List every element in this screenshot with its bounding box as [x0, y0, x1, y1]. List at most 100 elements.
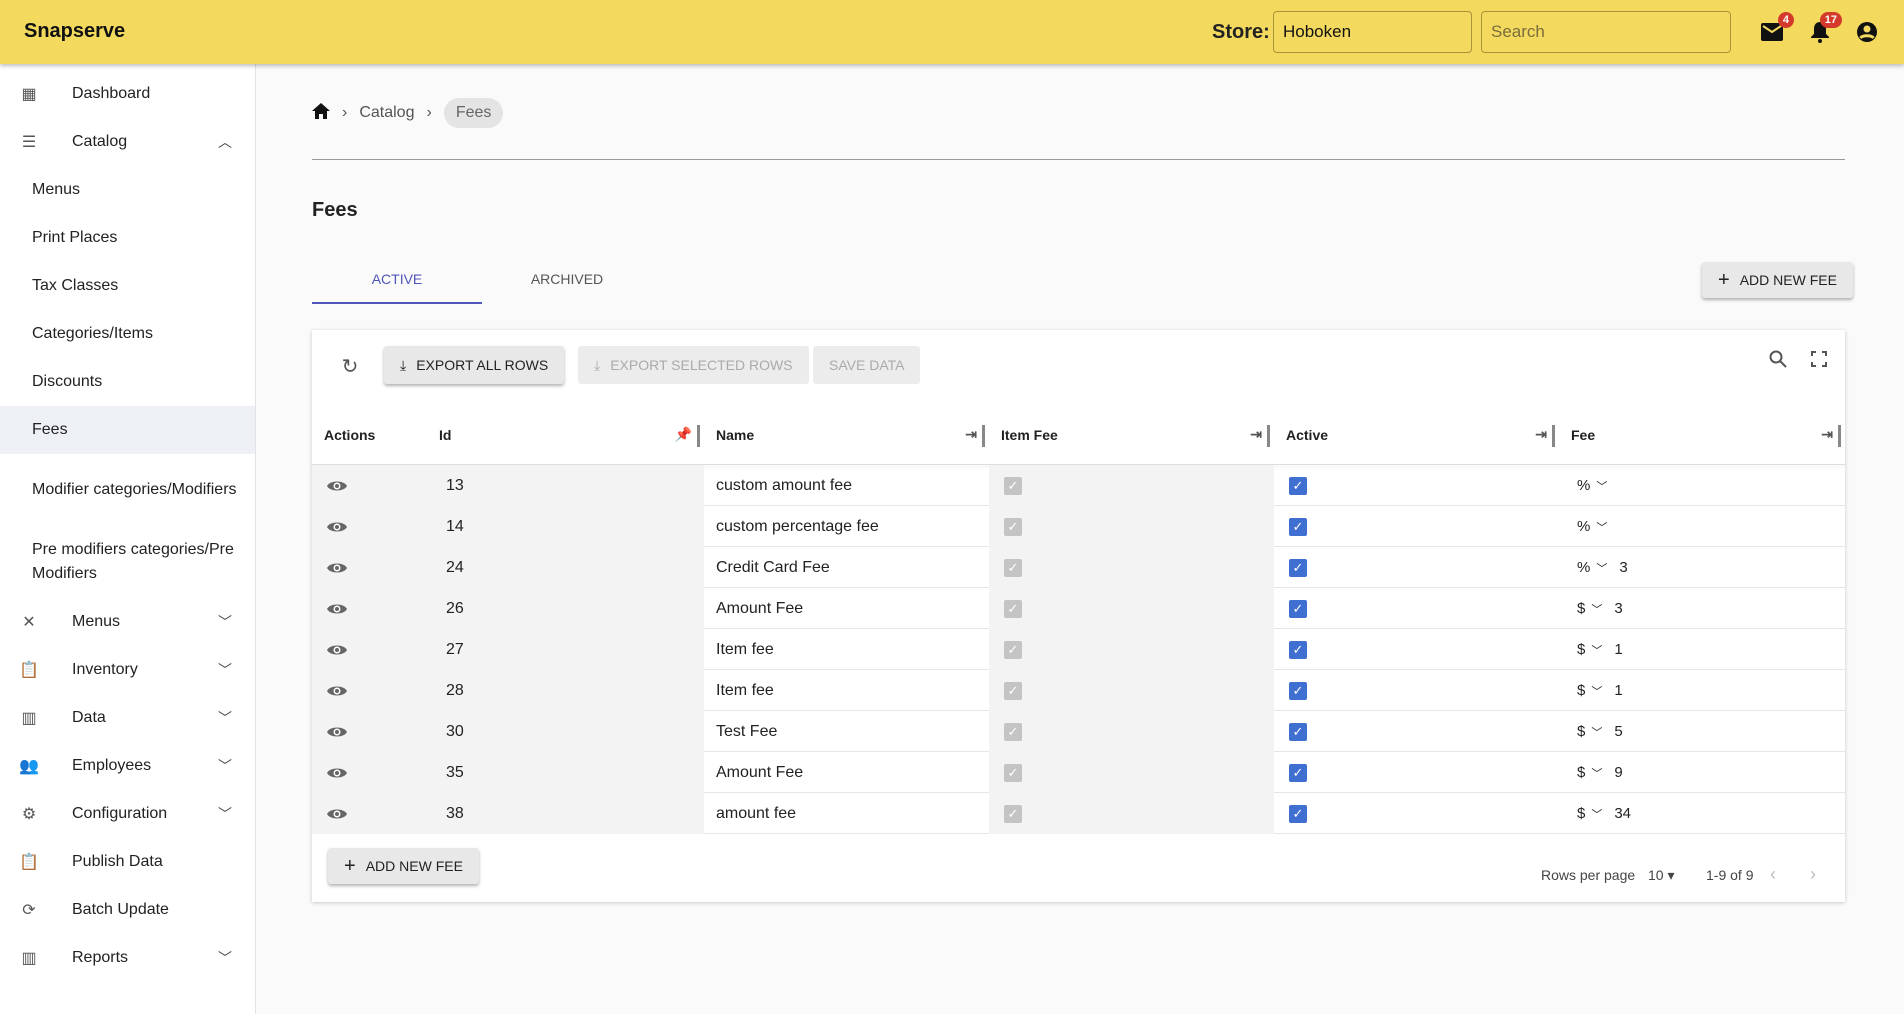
sidebar-item-publish-data[interactable]: 📋 Publish Data [0, 838, 255, 886]
cell-fee[interactable]: % ﹀ 3 [1577, 547, 1628, 588]
home-icon[interactable] [312, 102, 330, 124]
cell-name[interactable]: Credit Card Fee [716, 547, 830, 588]
cell-active[interactable]: ✓ [1289, 506, 1307, 547]
fee-value[interactable]: 1 [1614, 682, 1622, 699]
cell-name[interactable]: Amount Fee [716, 588, 803, 629]
cell-name[interactable]: Test Fee [716, 711, 777, 752]
add-new-fee-bottom-button[interactable]: + ADD NEW FEE [328, 848, 479, 884]
active-checkbox[interactable]: ✓ [1289, 722, 1307, 741]
fee-type-select[interactable]: $ [1577, 805, 1585, 822]
save-data-button[interactable]: SAVE DATA [813, 346, 921, 384]
fee-type-select[interactable]: % [1577, 518, 1590, 535]
cell-active[interactable]: ✓ [1289, 465, 1307, 506]
pin-icon[interactable]: ⇥ [1535, 426, 1547, 443]
column-resizer[interactable] [982, 425, 985, 447]
active-checkbox[interactable]: ✓ [1289, 599, 1307, 618]
active-checkbox[interactable]: ✓ [1289, 517, 1307, 536]
sidebar-item-batch-update[interactable]: ⟳ Batch Update [0, 886, 255, 934]
breadcrumb-catalog[interactable]: Catalog [359, 104, 414, 122]
sidebar-item-catalog[interactable]: ☰ Catalog ︿ [0, 118, 255, 166]
cell-fee[interactable]: $ ﹀ 3 [1577, 588, 1623, 629]
fee-type-select[interactable]: $ [1577, 764, 1585, 781]
sidebar-item-pre-modifiers-categories-pre-modifiers[interactable]: Pre modifiers categories/Pre Modifiers [0, 526, 255, 598]
cell-name[interactable]: amount fee [716, 793, 796, 834]
search-input[interactable] [1481, 11, 1731, 53]
sidebar-item-modifier-categories-modifiers[interactable]: Modifier categories/Modifiers [0, 454, 255, 526]
view-button[interactable] [326, 547, 348, 588]
sidebar-item-menus[interactable]: Menus [0, 166, 255, 214]
sidebar-item-print-places[interactable]: Print Places [0, 214, 255, 262]
fee-value[interactable]: 3 [1614, 600, 1622, 617]
cell-name[interactable]: custom amount fee [716, 465, 852, 506]
sidebar-item-inventory[interactable]: 📋 Inventory ﹀ [0, 646, 255, 694]
fee-value[interactable]: 1 [1614, 641, 1622, 658]
column-resizer[interactable] [1267, 425, 1270, 447]
cell-active[interactable]: ✓ [1289, 629, 1307, 670]
column-header-fee[interactable]: Fee ⇥ [1571, 405, 1845, 464]
export-all-rows-button[interactable]: ⤓ EXPORT ALL ROWS [384, 346, 565, 384]
fee-value[interactable]: 3 [1619, 559, 1627, 576]
next-page-button[interactable]: › [1810, 864, 1816, 885]
sidebar-item-data[interactable]: ▥ Data ﹀ [0, 694, 255, 742]
pin-icon[interactable]: ⇥ [965, 426, 977, 443]
tab-archived[interactable]: ARCHIVED [482, 264, 652, 304]
view-button[interactable] [326, 506, 348, 547]
active-checkbox[interactable]: ✓ [1289, 804, 1307, 823]
view-button[interactable] [326, 711, 348, 752]
add-new-fee-button[interactable]: + ADD NEW FEE [1702, 262, 1853, 298]
cell-active[interactable]: ✓ [1289, 547, 1307, 588]
cell-fee[interactable]: $ ﹀ 5 [1577, 711, 1623, 752]
cell-active[interactable]: ✓ [1289, 588, 1307, 629]
column-header-item-fee[interactable]: Item Fee ⇥ [1001, 405, 1274, 464]
cell-name[interactable]: Item fee [716, 670, 774, 711]
column-header-active[interactable]: Active ⇥ [1286, 405, 1559, 464]
column-header-actions[interactable]: Actions [324, 405, 427, 464]
pin-icon[interactable]: 📌 [675, 426, 692, 443]
cell-active[interactable]: ✓ [1289, 752, 1307, 793]
active-checkbox[interactable]: ✓ [1289, 763, 1307, 782]
cell-name[interactable]: Amount Fee [716, 752, 803, 793]
sidebar-item-configuration[interactable]: ⚙ Configuration ﹀ [0, 790, 255, 838]
cell-name[interactable]: custom percentage fee [716, 506, 879, 547]
sidebar-item-menus[interactable]: ✕ Menus ﹀ [0, 598, 255, 646]
fee-type-select[interactable]: % [1577, 477, 1590, 494]
pin-icon[interactable]: ⇥ [1250, 426, 1262, 443]
cell-fee[interactable]: $ ﹀ 9 [1577, 752, 1623, 793]
sidebar-item-categories-items[interactable]: Categories/Items [0, 310, 255, 358]
fee-type-select[interactable]: $ [1577, 723, 1585, 740]
store-input[interactable] [1273, 11, 1472, 53]
sidebar-item-dashboard[interactable]: ▦ Dashboard [0, 70, 255, 118]
active-checkbox[interactable]: ✓ [1289, 558, 1307, 577]
cell-fee[interactable]: % ﹀ [1577, 506, 1619, 547]
rows-per-page-select[interactable]: 10 ▾ [1648, 867, 1675, 884]
notifications-button[interactable]: 17 [1808, 12, 1842, 44]
mail-button[interactable]: 4 [1760, 12, 1794, 44]
sidebar-item-discounts[interactable]: Discounts [0, 358, 255, 406]
view-button[interactable] [326, 670, 348, 711]
sidebar-item-employees[interactable]: 👥 Employees ﹀ [0, 742, 255, 790]
view-button[interactable] [326, 588, 348, 629]
column-resizer[interactable] [1552, 425, 1555, 447]
brand-logo[interactable]: Snapserve [24, 20, 125, 43]
cell-active[interactable]: ✓ [1289, 793, 1307, 834]
fee-type-select[interactable]: % [1577, 559, 1590, 576]
cell-active[interactable]: ✓ [1289, 711, 1307, 752]
active-checkbox[interactable]: ✓ [1289, 640, 1307, 659]
cell-fee[interactable]: $ ﹀ 1 [1577, 629, 1623, 670]
cell-active[interactable]: ✓ [1289, 670, 1307, 711]
sidebar-item-fees[interactable]: Fees [0, 406, 255, 454]
export-selected-rows-button[interactable]: ⤓ EXPORT SELECTED ROWS [578, 346, 809, 384]
view-button[interactable] [326, 629, 348, 670]
active-checkbox[interactable]: ✓ [1289, 681, 1307, 700]
fee-value[interactable]: 5 [1614, 723, 1622, 740]
pin-icon[interactable]: ⇥ [1821, 426, 1833, 443]
cell-name[interactable]: Item fee [716, 629, 774, 670]
cell-fee[interactable]: $ ﹀ 34 [1577, 793, 1631, 834]
fee-type-select[interactable]: $ [1577, 641, 1585, 658]
fee-value[interactable]: 9 [1614, 764, 1622, 781]
cell-fee[interactable]: % ﹀ [1577, 465, 1619, 506]
sidebar-item-tax-classes[interactable]: Tax Classes [0, 262, 255, 310]
view-button[interactable] [326, 465, 348, 506]
view-button[interactable] [326, 752, 348, 793]
tab-active[interactable]: ACTIVE [312, 264, 482, 304]
